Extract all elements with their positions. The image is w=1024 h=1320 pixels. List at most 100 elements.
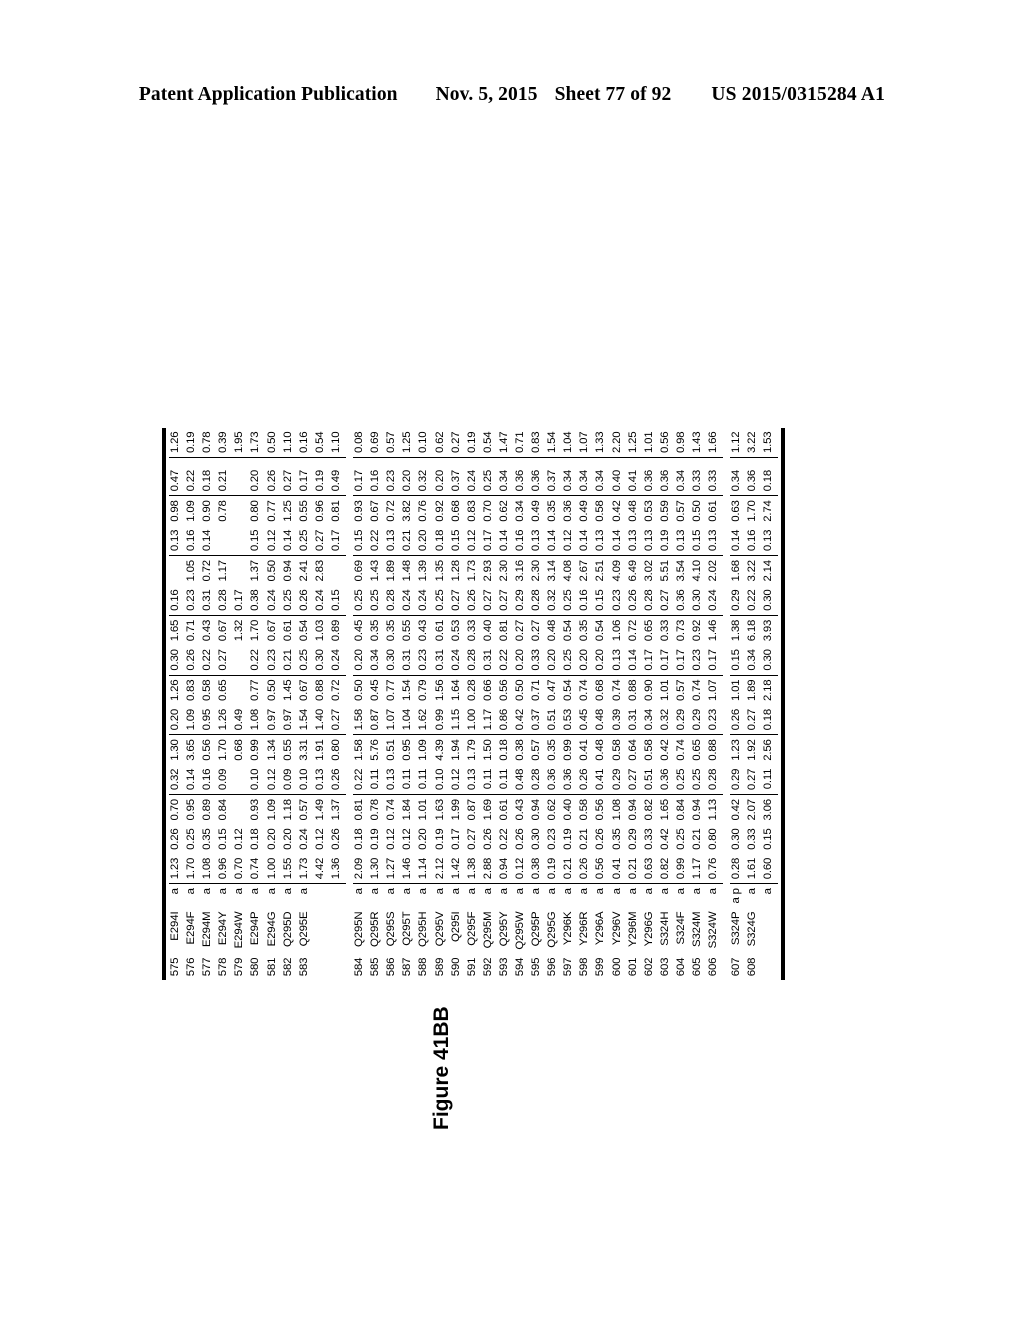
value-cell: 1.17	[481, 704, 498, 735]
value-cell: 1.39	[417, 560, 430, 582]
value-cell: 0.17	[674, 645, 691, 676]
value-cell: 2.74	[762, 500, 775, 522]
value-cell: 0.15	[594, 585, 611, 616]
table-row: a 0.60 0.15 3.06 0.11 2.56 0.18 2.18 0.30 3.93 0.3…	[762, 427, 779, 981]
value-cell: 0.74	[610, 679, 623, 701]
value-cell: 1.26	[217, 704, 234, 735]
flag-cell: a	[610, 888, 623, 895]
value-cell	[594, 457, 610, 466]
value-cell: 0.28	[730, 853, 747, 884]
value-cell: 0.22	[369, 525, 386, 556]
value-cell: 0.56	[594, 853, 611, 884]
value-cell: 0.38	[249, 585, 266, 616]
table-row: 585 Q295R a 1.30 0.19 0.78 0.11 5.76 0.87 0.45 0.3…	[369, 427, 386, 981]
value-cell	[314, 457, 330, 466]
value-cell: 2.30	[530, 560, 543, 582]
value-cell: 3.02	[642, 560, 655, 582]
value-cell: 0.26	[730, 704, 747, 735]
value-cell: 0.37	[449, 465, 466, 496]
value-cell: 0.47	[169, 465, 186, 496]
value-cell: 2.20	[610, 427, 627, 458]
value-cell: 0.74	[578, 679, 591, 701]
value-cell: 0.50	[691, 500, 703, 522]
row-number-cell: 601	[626, 957, 639, 977]
mutation-label-cell: Q295H	[417, 911, 430, 948]
value-cell: 1.73	[297, 853, 314, 884]
value-cell: 0.14	[626, 645, 643, 676]
value-cell: 0.14	[185, 764, 202, 795]
value-cell: 0.21	[281, 645, 298, 676]
value-cell: 0.17	[329, 525, 347, 556]
value-cell: 0.11	[481, 764, 498, 795]
value-cell: 2.67	[578, 560, 591, 582]
value-cell: 0.83	[185, 679, 198, 701]
value-cell: 1.34	[265, 739, 278, 761]
value-cell: 0.70	[481, 500, 494, 522]
value-cell	[233, 795, 249, 825]
value-cell: 0.30	[530, 828, 543, 850]
flag-cell: a	[433, 888, 446, 895]
value-cell: 1.54	[297, 704, 314, 735]
value-cell: 0.13	[385, 525, 402, 556]
value-cell	[185, 457, 201, 466]
value-cell: 2.83	[313, 560, 326, 582]
value-cell: 0.25	[297, 645, 314, 676]
value-cell: 2.93	[481, 560, 494, 582]
value-cell: 0.39	[610, 704, 627, 735]
table-row: 4.42 0.12 1.49 0.13 1.91 1.40 0.88 0.30 1.03 0.24…	[313, 427, 330, 981]
value-cell: 1.54	[401, 679, 414, 701]
value-cell: 1.54	[546, 427, 563, 458]
value-cell: 0.29	[674, 704, 691, 735]
value-cell: 1.01	[417, 799, 430, 821]
row-number-cell: 600	[610, 957, 623, 977]
row-number-cell: 596	[546, 957, 559, 977]
value-cell: 0.38	[513, 739, 526, 761]
value-cell: 0.11	[401, 764, 418, 795]
value-cell: 1.08	[610, 799, 623, 821]
value-cell: 1.10	[281, 427, 298, 458]
value-cell: 0.81	[329, 500, 342, 522]
value-cell: 1.69	[481, 799, 494, 821]
value-cell: 0.50	[265, 427, 282, 458]
value-cell	[298, 457, 314, 466]
mutation-label-cell: E294M	[201, 911, 214, 948]
value-cell: 0.87	[465, 799, 478, 821]
value-cell: 0.34	[562, 465, 579, 496]
mutation-label-cell: Y296M	[626, 911, 639, 948]
value-cell: 0.33	[746, 828, 759, 850]
value-cell: 1.56	[433, 679, 446, 701]
value-cell: 0.32	[546, 585, 563, 616]
value-cell: 0.41	[626, 465, 643, 496]
value-cell: 0.14	[201, 525, 218, 556]
table-row: 577 E294M a 1.08 0.35 0.89 0.16 0.56 0.95 0.58 0.2…	[201, 427, 218, 981]
table-row: 608 S324G a 1.61 0.33 2.07 0.27 1.92 0.27 1.89 0.3…	[746, 427, 763, 981]
value-cell: 1.65	[169, 619, 181, 642]
value-cell: 0.09	[281, 764, 298, 795]
value-cell: 0.20	[513, 645, 531, 676]
value-cell: 0.13	[169, 525, 186, 556]
mutation-label-cell: E294G	[265, 911, 278, 947]
value-cell: 0.95	[401, 739, 414, 761]
value-cell: 0.48	[513, 764, 531, 795]
value-cell: 0.27	[217, 645, 234, 676]
mutation-label-cell: Q295F	[465, 911, 478, 946]
value-cell: 0.27	[465, 828, 478, 850]
flag-cell: a	[233, 888, 246, 895]
value-cell: 0.95	[201, 704, 218, 735]
value-cell: 0.31	[481, 645, 498, 676]
flag-cell: a	[746, 888, 759, 895]
value-cell: 1.18	[281, 799, 294, 821]
value-cell: 0.38	[530, 853, 547, 884]
value-cell: 1.94	[449, 739, 462, 761]
value-cell: 0.20	[353, 645, 370, 676]
value-cell: 0.35	[546, 500, 559, 522]
value-cell	[746, 457, 762, 466]
value-cell: 0.36	[546, 764, 563, 795]
value-cell: 0.13	[642, 525, 659, 556]
mutation-label-cell: Y296G	[642, 911, 655, 947]
value-cell: 0.25	[185, 828, 198, 850]
value-cell: 0.49	[329, 465, 347, 496]
value-cell: 0.35	[369, 619, 382, 642]
value-cell: 0.63	[642, 853, 659, 884]
value-cell: 1.49	[313, 799, 326, 821]
